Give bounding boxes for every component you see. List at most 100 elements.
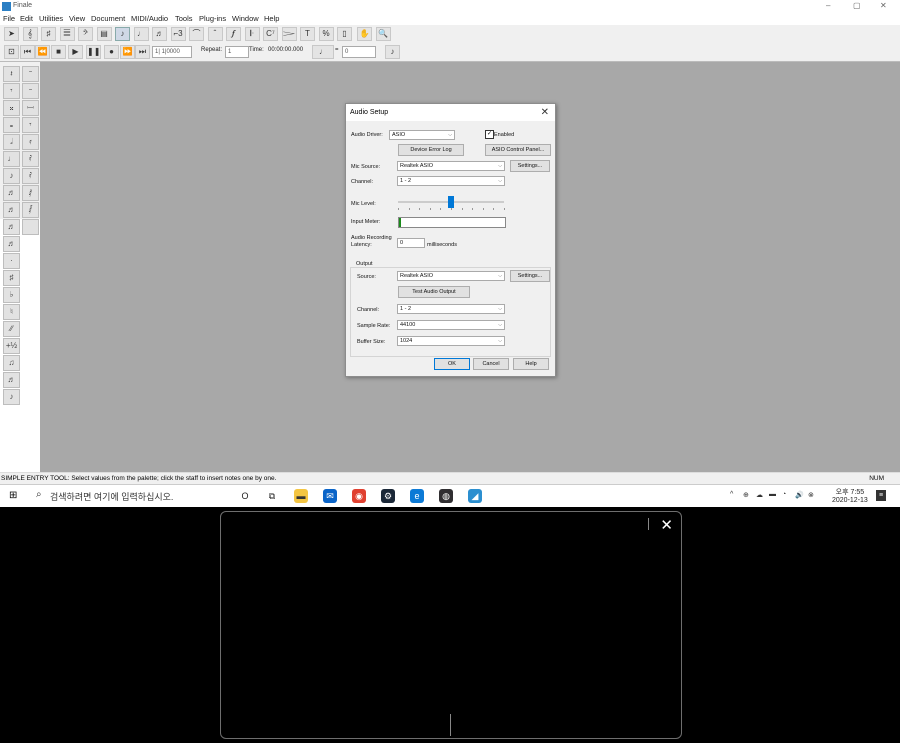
forward-to-end-icon[interactable]: ⏭	[135, 45, 150, 59]
palette-note-icon[interactable]: 𝅀	[22, 151, 39, 167]
tempo-field[interactable]: 0	[342, 46, 376, 58]
latency-field[interactable]: 0	[397, 238, 425, 248]
palette-note-icon[interactable]: 𝄼	[22, 83, 39, 99]
menu-file[interactable]: File	[3, 14, 15, 23]
asio-control-panel-button[interactable]: ASIO Control Panel...	[485, 144, 551, 156]
pause-icon[interactable]: ❚❚	[86, 45, 101, 59]
palette-note-icon[interactable]: ♬	[3, 185, 20, 201]
palette-note-icon[interactable]: 𝄾	[3, 83, 20, 99]
repeat-field[interactable]: 1	[225, 46, 249, 58]
palette-note-icon[interactable]: ♫	[3, 355, 20, 371]
lyrics-tool-icon[interactable]: 𝆓	[281, 27, 297, 41]
palette-note-icon[interactable]: ♩	[3, 151, 20, 167]
buffer-size-select[interactable]: 1024 ⌵	[397, 336, 505, 346]
ok-button[interactable]: OK	[434, 358, 470, 370]
clef-tool-icon[interactable]: 𝄢	[78, 27, 93, 41]
show-hidden-icons-icon[interactable]: ^	[730, 491, 733, 498]
output-channel-select[interactable]: 1 - 2 ⌵	[397, 304, 505, 314]
palette-note-icon[interactable]: 𝄿	[22, 134, 39, 150]
restore-button[interactable]: ▢	[853, 1, 861, 10]
click-icon[interactable]: ♪	[385, 45, 400, 59]
menu-view[interactable]: View	[69, 14, 85, 23]
stop-icon[interactable]: ■	[51, 45, 66, 59]
zoom-icon[interactable]: 🔍	[375, 27, 391, 41]
edge-icon[interactable]: e	[410, 489, 424, 503]
percent-tool-icon[interactable]: %	[318, 27, 334, 41]
palette-note-icon[interactable]: ♬	[3, 219, 20, 235]
palette-note-icon[interactable]	[22, 219, 39, 235]
menu-help[interactable]: Help	[264, 14, 279, 23]
playback-settings-icon[interactable]: ⊡	[4, 45, 19, 59]
palette-note-icon[interactable]: 𝄽	[3, 66, 20, 82]
windows-start-icon[interactable]: ⊞	[9, 490, 17, 501]
output-source-select[interactable]: Realtek ASIO ⌵	[397, 271, 505, 281]
hyperscribe-icon[interactable]: ♬	[152, 27, 167, 41]
sample-rate-select[interactable]: 44100 ⌵	[397, 320, 505, 330]
minimize-button[interactable]: –	[826, 1, 830, 10]
rewind-to-start-icon[interactable]: ⏮	[20, 45, 35, 59]
key-signature-icon[interactable]: ♯	[41, 27, 56, 41]
menu-tools[interactable]: Tools	[175, 14, 193, 23]
file-explorer-icon[interactable]: ▬	[294, 489, 308, 503]
menu-midi-audio[interactable]: MIDI/Audio	[131, 14, 168, 23]
taskbar-search-box[interactable]: ⌕ 검색하려면 여기에 입력하십시오.	[28, 485, 228, 507]
chord-tool-icon[interactable]: C⁷	[263, 27, 278, 41]
palette-note-icon[interactable]: 𝅁	[22, 185, 39, 201]
wifi-icon[interactable]: ◔	[782, 491, 786, 498]
chrome-icon[interactable]: ◉	[352, 489, 366, 503]
simple-entry-icon[interactable]: ♪	[115, 27, 130, 41]
tempo-note-icon[interactable]: ♩	[312, 45, 334, 59]
repeat-tool-icon[interactable]: 𝄆	[244, 27, 260, 41]
battery-icon[interactable]: ▬	[769, 491, 776, 498]
fast-forward-icon[interactable]: ⏩	[120, 45, 135, 59]
dialog-close-icon[interactable]: ✕	[541, 107, 549, 118]
articulation-icon[interactable]: ˆ	[207, 27, 223, 41]
palette-note-icon[interactable]: ♬	[3, 236, 20, 252]
overlay-close-icon[interactable]: ✕	[660, 516, 673, 534]
task-view-icon[interactable]: ⧉	[265, 489, 279, 503]
palette-note-icon[interactable]: +½	[3, 338, 20, 354]
palette-note-icon[interactable]: 𝅀	[22, 168, 39, 184]
audio-driver-select[interactable]: ASIO ⌵	[389, 130, 455, 140]
output-settings-button[interactable]: Settings...	[510, 270, 550, 282]
volume-icon[interactable]: 🔊	[795, 491, 804, 499]
cortana-icon[interactable]: O	[238, 489, 252, 503]
time-signature-icon[interactable]: 𝄚	[59, 27, 75, 41]
mic-level-thumb[interactable]	[448, 196, 454, 208]
menu-plug-ins[interactable]: Plug-ins	[199, 14, 226, 23]
play-icon[interactable]: ▶	[68, 45, 83, 59]
rewind-icon[interactable]: ⏪	[35, 45, 50, 59]
measure-tool-icon[interactable]: ▤	[96, 27, 112, 41]
staff-tool-icon[interactable]: 𝄞	[22, 27, 38, 41]
device-error-log-button[interactable]: Device Error Log	[398, 144, 464, 156]
language-icon[interactable]: ⊗	[808, 491, 814, 499]
palette-note-icon[interactable]: ♪	[3, 168, 20, 184]
onedrive-icon[interactable]: ☁	[756, 491, 763, 499]
expression-tool-icon[interactable]: 𝆑	[226, 27, 241, 41]
palette-note-icon[interactable]: ·	[3, 253, 20, 269]
palette-note-icon[interactable]: 𝄾	[22, 117, 39, 133]
obs-icon[interactable]: ◍	[439, 489, 453, 503]
clock[interactable]: 오후 7:55 2020-12-13	[832, 487, 868, 504]
menu-document[interactable]: Document	[91, 14, 125, 23]
palette-note-icon[interactable]: ♭	[3, 287, 20, 303]
page-layout-icon[interactable]: ▯	[337, 27, 352, 41]
selection-tool-icon[interactable]: ➤	[4, 27, 19, 41]
measure-position-field[interactable]: 1| 1|0000	[152, 46, 192, 58]
palette-note-icon[interactable]: 𝅂	[22, 202, 39, 218]
notification-icon[interactable]: ≡	[876, 490, 886, 501]
palette-note-icon[interactable]: ♬	[3, 202, 20, 218]
hand-grabber-icon[interactable]: ✋	[357, 27, 372, 41]
close-button[interactable]: ✕	[880, 1, 887, 10]
palette-note-icon[interactable]: ∕∕	[3, 321, 20, 337]
palette-note-icon[interactable]: 𝄩	[22, 100, 39, 116]
palette-note-icon[interactable]: 𝅗𝅥	[3, 134, 20, 150]
palette-note-icon[interactable]: ♮	[3, 304, 20, 320]
enabled-checkbox[interactable]: ✓	[485, 130, 494, 139]
palette-note-icon[interactable]: ♬	[3, 372, 20, 388]
record-icon[interactable]: ●	[104, 45, 119, 59]
finale-taskbar-icon[interactable]: ◢	[468, 489, 482, 503]
palette-note-icon[interactable]: ♯	[3, 270, 20, 286]
palette-note-icon[interactable]: 𝅝	[3, 117, 20, 133]
steam-icon[interactable]: ⚙	[381, 489, 395, 503]
